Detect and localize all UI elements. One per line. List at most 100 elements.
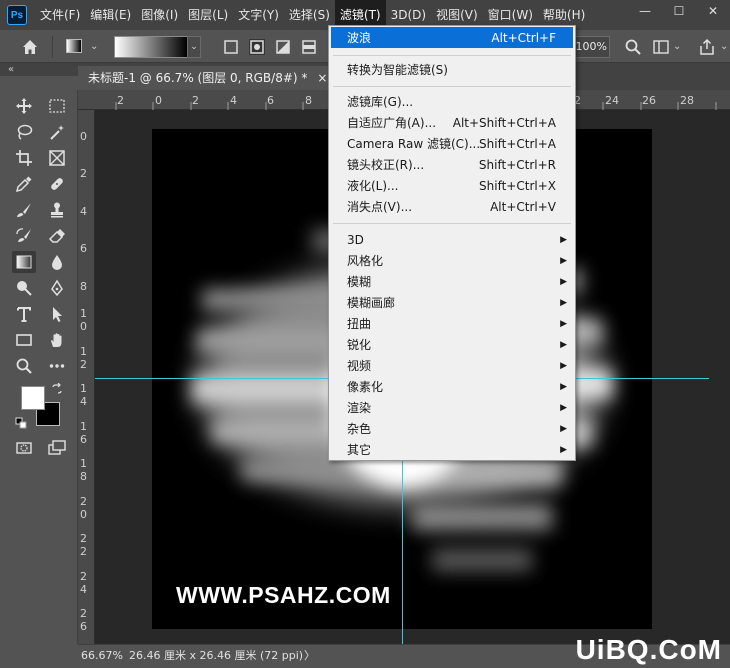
reflected-gradient-icon[interactable]: [300, 38, 318, 56]
home-icon[interactable]: [19, 36, 41, 58]
foreground-color-swatch[interactable]: [21, 386, 45, 410]
menu-item-filter-gallery[interactable]: 滤镜库(G)...: [331, 91, 573, 112]
menu-item-liquify[interactable]: 液化(L)... Shift+Ctrl+X: [331, 175, 573, 196]
minimize-button[interactable]: —: [628, 0, 662, 22]
swap-colors-icon[interactable]: [50, 382, 64, 396]
hand-icon[interactable]: [45, 329, 69, 351]
menu-item-pixelate[interactable]: 像素化 ▶: [331, 376, 573, 397]
ruler-label: 24: [605, 94, 619, 107]
tool-preset-chevron-icon[interactable]: ⌄: [90, 41, 98, 52]
magic-wand-icon[interactable]: [45, 121, 69, 143]
crop-icon[interactable]: [12, 147, 36, 169]
ruler-label: 2: [80, 167, 87, 180]
menu-edit[interactable]: 编辑(E): [85, 0, 136, 30]
quick-mask-icon[interactable]: [12, 437, 36, 459]
ruler-label: 6: [267, 94, 274, 107]
submenu-arrow-icon: ▶: [560, 444, 567, 455]
ruler-label: 4: [230, 94, 237, 107]
tool-preset-icon[interactable]: [66, 39, 82, 53]
stamp-icon[interactable]: [45, 199, 69, 221]
menu-layer[interactable]: 图层(L): [183, 0, 233, 30]
ruler-label: 1: [80, 382, 87, 395]
share-chevron-icon[interactable]: ⌄: [720, 41, 728, 52]
menu-item-convert-smart-filter[interactable]: 转换为智能滤镜(S): [331, 59, 573, 80]
search-icon[interactable]: [622, 36, 644, 58]
dodge-icon[interactable]: [12, 277, 36, 299]
close-tab-icon[interactable]: ×: [317, 66, 327, 90]
menu-item-render[interactable]: 渲染 ▶: [331, 397, 573, 418]
ruler-label: 8: [305, 94, 312, 107]
share-icon[interactable]: [696, 36, 718, 58]
menu-item-sharpen[interactable]: 锐化 ▶: [331, 334, 573, 355]
close-button[interactable]: ✕: [696, 0, 730, 22]
gradient-preview[interactable]: [114, 36, 188, 58]
menu-item-distort[interactable]: 扭曲 ▶: [331, 313, 573, 334]
menu-item-blur[interactable]: 模糊 ▶: [331, 271, 573, 292]
ruler-label: 2: [117, 94, 124, 107]
submenu-arrow-icon: ▶: [560, 297, 567, 308]
marquee-icon[interactable]: [45, 95, 69, 117]
healing-icon[interactable]: [45, 173, 69, 195]
gradient-picker-chevron-icon[interactable]: ⌄: [187, 36, 201, 58]
zoom-icon[interactable]: [12, 355, 36, 377]
submenu-arrow-icon: ▶: [560, 318, 567, 329]
rectangle-icon[interactable]: [12, 329, 36, 351]
photoshop-logo-icon: Ps: [7, 5, 27, 25]
type-icon[interactable]: [12, 303, 36, 325]
menu-item-3d[interactable]: 3D ▶: [331, 229, 573, 250]
zoom-input[interactable]: 100%: [574, 36, 610, 58]
menu-item-camera-raw[interactable]: Camera Raw 滤镜(C)... Shift+Ctrl+A: [331, 133, 573, 154]
ruler-label: 26: [642, 94, 656, 107]
brush-icon[interactable]: [12, 199, 36, 221]
menu-item-noise[interactable]: 杂色 ▶: [331, 418, 573, 439]
history-brush-icon[interactable]: [12, 225, 36, 247]
submenu-arrow-icon: ▶: [560, 234, 567, 245]
screen-mode-icon[interactable]: [45, 437, 69, 459]
ruler-label: 2: [192, 94, 199, 107]
ruler-label: 6: [80, 620, 87, 633]
angle-gradient-icon[interactable]: [274, 38, 292, 56]
menu-item-lens-correction[interactable]: 镜头校正(R)... Shift+Ctrl+R: [331, 154, 573, 175]
document-tab[interactable]: 未标题-1 @ 66.7% (图层 0, RGB/8#) * ×: [78, 66, 338, 90]
radial-gradient-icon[interactable]: [248, 38, 266, 56]
collapse-panel-icon[interactable]: «: [0, 63, 78, 76]
status-zoom[interactable]: 66.67%: [81, 645, 123, 667]
lasso-icon[interactable]: [12, 121, 36, 143]
menu-image[interactable]: 图像(I): [136, 0, 183, 30]
ruler-label: 0: [80, 508, 87, 521]
menu-item-adaptive-wide-angle[interactable]: 自适应广角(A)... Alt+Shift+Ctrl+A: [331, 112, 573, 133]
menu-separator: [333, 55, 571, 56]
maximize-button[interactable]: ☐: [662, 0, 696, 22]
vertical-ruler: 0 2 4 6 8 1 0 1 2 1 4 1 6 1 8 2 0 2 2 2 …: [78, 110, 95, 644]
ruler-label: 0: [80, 320, 87, 333]
gradient-icon[interactable]: [12, 251, 36, 273]
pen-icon[interactable]: [45, 277, 69, 299]
ruler-label: 8: [80, 280, 87, 293]
tools-panel: [0, 90, 78, 644]
default-colors-icon[interactable]: [14, 416, 28, 430]
workspace-icon[interactable]: [650, 36, 672, 58]
menu-item-video[interactable]: 视频 ▶: [331, 355, 573, 376]
move-icon[interactable]: [12, 95, 36, 117]
ruler-label: 1: [80, 420, 87, 433]
menu-item-last-filter[interactable]: 波浪 Alt+Ctrl+F: [331, 27, 573, 48]
path-select-icon[interactable]: [45, 303, 69, 325]
eraser-icon[interactable]: [45, 225, 69, 247]
workspace-chevron-icon[interactable]: ⌄: [673, 41, 681, 52]
eyedropper-icon[interactable]: [12, 173, 36, 195]
more-icon[interactable]: [45, 355, 69, 377]
watermark-text: WWW.PSAHZ.COM: [176, 582, 391, 608]
menu-item-stylize[interactable]: 风格化 ▶: [331, 250, 573, 271]
status-arrow-icon[interactable]: 〉: [304, 645, 315, 667]
ruler-label: 4: [80, 205, 87, 218]
menu-type[interactable]: 文字(Y): [233, 0, 284, 30]
menu-item-other[interactable]: 其它 ▶: [331, 439, 573, 460]
menu-item-blur-gallery[interactable]: 模糊画廊 ▶: [331, 292, 573, 313]
frame-icon[interactable]: [45, 147, 69, 169]
ruler-label: 2: [80, 607, 87, 620]
blur-icon[interactable]: [45, 251, 69, 273]
linear-gradient-icon[interactable]: [222, 38, 240, 56]
menu-file[interactable]: 文件(F): [35, 0, 85, 30]
menu-item-vanishing-point[interactable]: 消失点(V)... Alt+Ctrl+V: [331, 196, 573, 217]
ruler-label: 28: [680, 94, 694, 107]
